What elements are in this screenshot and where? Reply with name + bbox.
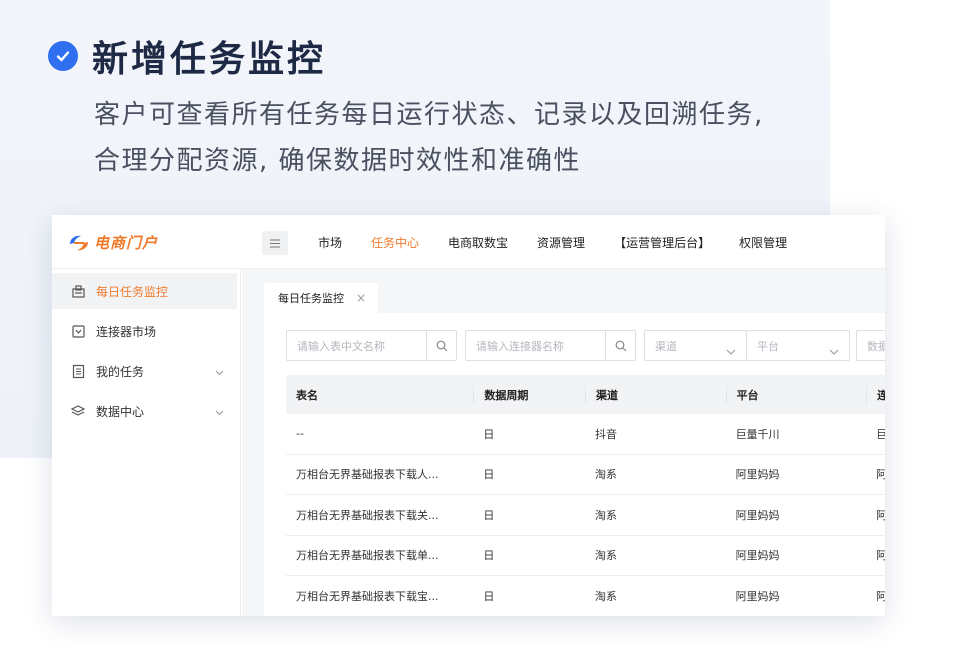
nav-item-task-center[interactable]: 任务中心 [371,234,419,251]
connector-placeholder: 请输入连接器名称 [476,339,564,353]
content-area: 每日任务监控 × 请输入表中文名称 请输入连接器名称 渠道 平台 数据 表名 数… [242,269,885,616]
app-window: 电商门户 市场 任务中心 电商取数宝 资源管理 【运营管理后台】 权限管理 每日… [52,215,885,616]
data-placeholder: 数据 [867,339,885,353]
connector-search-input[interactable]: 请输入连接器名称 [465,330,636,361]
table-cell: -- [296,427,304,441]
table-cell: 阿里妈妈 [735,468,780,482]
table-cell: 日 [483,549,495,563]
list-icon [70,363,86,379]
nav-item-market[interactable]: 市场 [318,234,342,251]
tab-label: 每日任务监控 [278,292,344,305]
table-row[interactable]: 万相台无界基础报表下载单... 日 淘系 阿里妈妈 阿 [286,536,885,576]
main-panel: 请输入表中文名称 请输入连接器名称 渠道 平台 数据 表名 数据周期 渠道 平台… [264,313,885,616]
table-row[interactable]: 万相台无界基础报表下载人... 日 淘系 阿里妈妈 阿 [286,455,885,495]
tab-daily-monitor[interactable]: 每日任务监控 × [264,283,379,313]
sidebar-item-my-tasks[interactable]: 我的任务 [52,353,240,389]
column-header: 平台 [725,385,867,404]
search-icon[interactable] [605,331,635,360]
chevron-down-icon [829,341,839,360]
chevron-down-icon [215,365,224,379]
top-nav: 市场 任务中心 电商取数宝 资源管理 【运营管理后台】 权限管理 [318,215,816,269]
sidebar: 每日任务监控 连接器市场 我的任务 数据中心 [52,269,241,616]
hero-title: 新增任务监控 [92,39,327,80]
logo-icon [70,235,88,250]
platform-select[interactable]: 平台 [746,330,850,361]
channel-select[interactable]: 渠道 [644,330,747,361]
table-row[interactable]: 万相台无界基础报表下载关... 日 淘系 阿里妈妈 阿 [286,495,885,536]
table-name-search-input[interactable]: 请输入表中文名称 [286,330,457,361]
layers-icon [70,403,86,419]
logo-text: 电商门户 [94,234,159,252]
logo[interactable]: 电商门户 [68,232,158,253]
platform-placeholder: 平台 [757,339,779,353]
table-cell: 淘系 [595,468,618,482]
hero-title-row: 新增任务监控 [48,30,326,82]
table-cell: 阿里妈妈 [735,589,780,603]
table-cell: 阿里妈妈 [735,549,780,563]
table-cell: 日 [483,427,495,441]
table-cell: 淘系 [595,549,618,563]
column-header: 表名 [296,388,318,402]
table-header: 表名 数据周期 渠道 平台 连 [286,375,885,414]
menu-icon [270,239,280,247]
table-cell: 万相台无界基础报表下载关... [296,508,439,522]
chevron-down-icon [726,341,736,360]
chevron-down-icon [215,405,224,419]
clipboard-icon [70,283,86,299]
column-header: 连 [866,385,885,404]
sidebar-item-label: 每日任务监控 [96,284,169,299]
table-cell: 阿里妈妈 [735,508,780,522]
nav-item-resource[interactable]: 资源管理 [537,234,585,251]
table-cell: 阿 [876,508,885,522]
table-cell: 淘系 [595,508,618,522]
table-name-placeholder: 请输入表中文名称 [297,339,385,353]
table-cell: 万相台无界基础报表下载单... [296,549,439,563]
channel-placeholder: 渠道 [655,339,677,353]
sidebar-item-label: 连接器市场 [96,324,157,339]
table-cell: 日 [483,468,495,482]
data-select[interactable]: 数据 [856,330,885,361]
table-cell: 阿 [876,468,885,482]
table-cell: 万相台无界基础报表下载人... [296,468,439,482]
nav-item-data-fetch[interactable]: 电商取数宝 [448,234,508,251]
hero-description: 客户可查看所有任务每日运行状态、记录以及回溯任务, 合理分配资源, 确保数据时效… [94,100,764,176]
sidebar-item-connector-market[interactable]: 连接器市场 [52,313,240,349]
sidebar-item-daily-monitor[interactable]: 每日任务监控 [52,273,237,309]
table-cell: 抖音 [595,427,618,441]
sidebar-item-label: 我的任务 [96,364,145,379]
table-cell: 阿 [876,549,885,563]
table-row[interactable]: 万相台无界基础报表下载宝... 日 淘系 阿里妈妈 阿 [286,576,885,616]
table-cell: 日 [483,589,495,603]
check-circle-icon [48,41,78,71]
table-cell: 万相台无界基础报表下载宝... [296,589,439,603]
store-icon [70,323,86,339]
table-cell: 淘系 [595,589,618,603]
sidebar-item-label: 数据中心 [96,404,145,419]
column-header: 数据周期 [473,385,585,404]
search-icon[interactable] [426,331,456,360]
nav-item-ops-admin[interactable]: 【运营管理后台】 [614,234,710,251]
close-icon[interactable]: × [356,291,366,305]
table-cell: 日 [483,508,495,522]
table-cell: 阿 [876,589,885,603]
sidebar-item-data-center[interactable]: 数据中心 [52,393,240,429]
nav-item-permissions[interactable]: 权限管理 [739,234,787,251]
column-header: 渠道 [585,385,726,404]
table-row[interactable]: -- 日 抖音 巨量千川 巨 [286,414,885,455]
app-header: 电商门户 市场 任务中心 电商取数宝 资源管理 【运营管理后台】 权限管理 [52,215,885,269]
menu-toggle-button[interactable] [262,231,288,255]
table-cell: 巨 [876,427,885,441]
task-table: 表名 数据周期 渠道 平台 连 -- 日 抖音 巨量千川 巨 万相台无界基础报表… [286,375,885,616]
table-cell: 巨量千川 [735,427,780,441]
